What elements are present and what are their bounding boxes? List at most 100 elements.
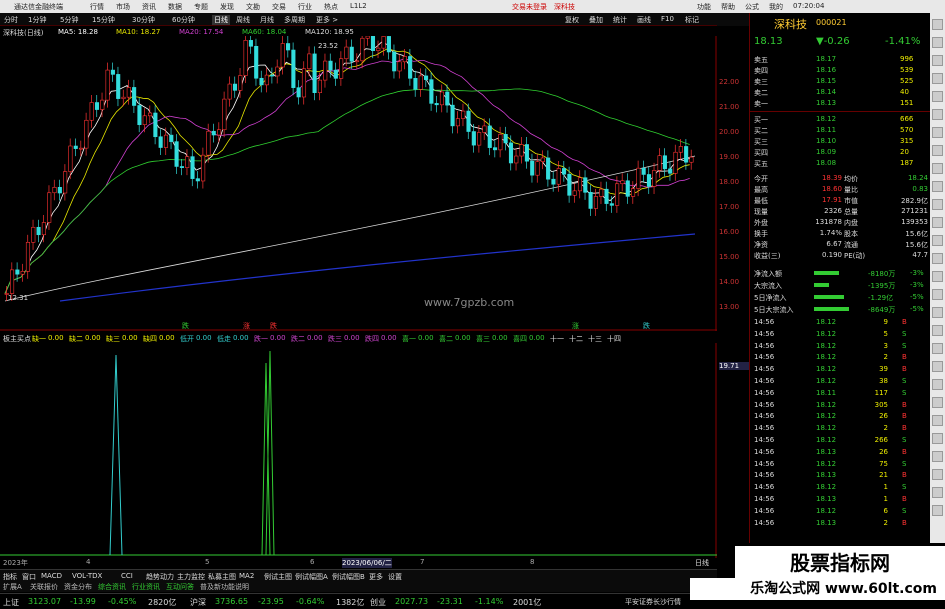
period-2[interactable]: 5分钟 [60, 15, 78, 25]
side-icon[interactable] [932, 271, 943, 282]
candle-body [355, 60, 360, 63]
side-icon[interactable] [932, 181, 943, 192]
ext-tab-1[interactable]: 关联报价 [30, 582, 58, 592]
ext-tab-0[interactable]: 扩展A [3, 582, 22, 592]
side-icon[interactable] [932, 361, 943, 372]
side-icon[interactable] [932, 433, 943, 444]
indicator-tab-8[interactable]: MA2 [239, 572, 254, 580]
side-icon[interactable] [932, 127, 943, 138]
tool-3[interactable]: 画线 [637, 15, 651, 25]
period-4[interactable]: 30分钟 [132, 15, 155, 25]
ext-tab-3[interactable]: 综合资讯 [98, 582, 126, 592]
period-10[interactable]: 更多 > [316, 15, 338, 25]
side-icon[interactable] [932, 487, 943, 498]
side-icon[interactable] [932, 289, 943, 300]
flow-label: 净流入额 [754, 270, 782, 278]
tick-price: 18.12 [816, 412, 837, 421]
tick-volume: 26 [879, 447, 888, 456]
side-icon[interactable] [932, 109, 943, 120]
window-menu-4[interactable]: 07:20:04 [793, 2, 824, 10]
tick-time: 14:56 [754, 318, 775, 326]
ext-tab-4[interactable]: 行业资讯 [132, 582, 160, 592]
menu-3[interactable]: 数据 [168, 2, 182, 12]
period-1[interactable]: 1分钟 [28, 15, 46, 25]
menu-8[interactable]: 行业 [298, 2, 312, 12]
period-3[interactable]: 15分钟 [92, 15, 115, 25]
side-icon[interactable] [932, 217, 943, 228]
window-menu-0[interactable]: 功能 [697, 2, 711, 12]
menu-0[interactable]: 行情 [90, 2, 104, 12]
indicator-item-value: 0.00 [344, 334, 360, 342]
tick-row-15: 14:56 18.13 1 B [750, 494, 931, 505]
flow-percent: -5% [910, 305, 924, 313]
menu-2[interactable]: 资讯 [142, 2, 156, 12]
tool-2[interactable]: 统计 [613, 15, 627, 25]
side-icon[interactable] [932, 37, 943, 48]
window-menu-3[interactable]: 我的 [769, 2, 783, 12]
side-icon[interactable] [932, 397, 943, 408]
indicator-tab-2[interactable]: MACD [41, 572, 62, 580]
menu-7[interactable]: 交易 [272, 2, 286, 12]
side-icon[interactable] [932, 163, 943, 174]
menu-1[interactable]: 市场 [116, 2, 130, 12]
side-icon[interactable] [932, 451, 943, 462]
indicator-tab-4[interactable]: CCI [121, 572, 133, 580]
window-menu-1[interactable]: 帮助 [721, 2, 735, 12]
side-icon[interactable] [932, 55, 943, 66]
candle-body [63, 171, 68, 194]
side-icon[interactable] [932, 235, 943, 246]
period-0[interactable]: 分时 [4, 15, 18, 25]
stat-value-2: 15.6亿 [905, 241, 928, 249]
menu-10[interactable]: L1L2 [350, 2, 367, 10]
title-red-0[interactable]: 交易未登录 [512, 2, 547, 12]
side-icon[interactable] [932, 325, 943, 336]
period-5[interactable]: 60分钟 [172, 15, 195, 25]
tool-4[interactable]: F10 [661, 15, 674, 23]
side-icon[interactable] [932, 307, 943, 318]
side-icon[interactable] [932, 343, 943, 354]
menu-4[interactable]: 专题 [194, 2, 208, 12]
ext-tab-2[interactable]: 资金分布 [64, 582, 92, 592]
stat-value-2: 0.83 [912, 185, 928, 193]
side-icon[interactable] [932, 379, 943, 390]
menu-9[interactable]: 热点 [324, 2, 338, 12]
side-icon[interactable] [932, 253, 943, 264]
window-menu-2[interactable]: 公式 [745, 2, 759, 12]
period-9[interactable]: 多周期 [284, 15, 305, 25]
tick-row-9: 14:56 18.12 2 B [750, 423, 931, 434]
tool-1[interactable]: 叠加 [589, 15, 603, 25]
side-icon[interactable] [932, 145, 943, 156]
candlestick-chart[interactable]: 23.52 12.31 跌 涨 跌 涨 跌 [0, 36, 717, 331]
side-icon[interactable] [932, 469, 943, 480]
ma-label-0: MA5: 18.28 [58, 28, 98, 36]
side-icon[interactable] [932, 19, 943, 30]
bid-row-1-price: 18.11 [816, 126, 837, 134]
stat-value: 17.91 [821, 196, 842, 204]
title-red-1[interactable]: 深科技 [554, 2, 575, 12]
tool-0[interactable]: 复权 [565, 15, 579, 25]
period-7[interactable]: 周线 [236, 15, 250, 25]
ma-label-1: MA10: 18.27 [116, 28, 161, 36]
menu-6[interactable]: 文勘 [246, 2, 260, 12]
ext-tab-6[interactable]: 普及新功能说明 [200, 582, 249, 592]
side-icon[interactable] [932, 73, 943, 84]
candle-body [137, 105, 142, 126]
tool-5[interactable]: 标记 [685, 15, 699, 25]
period-8[interactable]: 月线 [260, 15, 274, 25]
indicator-tab-3[interactable]: VOL-TDX [72, 572, 102, 580]
candle-body [15, 269, 20, 275]
bid-row-0-volume: 666 [900, 115, 914, 123]
tick-volume: 2 [883, 353, 888, 362]
side-icon[interactable] [932, 199, 943, 210]
flow-value: -1395万 [868, 282, 896, 290]
ma-label-2: MA20: 17.54 [179, 28, 224, 36]
menu-5[interactable]: 发现 [220, 2, 234, 12]
tick-row-1: 14:56 18.12 5 S [750, 329, 931, 340]
indicator-chart[interactable] [0, 343, 717, 558]
price-tick-0: 22.00 [719, 78, 740, 86]
ext-tab-5[interactable]: 互动问答 [166, 582, 194, 592]
side-icon[interactable] [932, 91, 943, 102]
side-icon[interactable] [932, 505, 943, 516]
side-icon[interactable] [932, 415, 943, 426]
period-6[interactable]: 日线 [212, 15, 230, 25]
